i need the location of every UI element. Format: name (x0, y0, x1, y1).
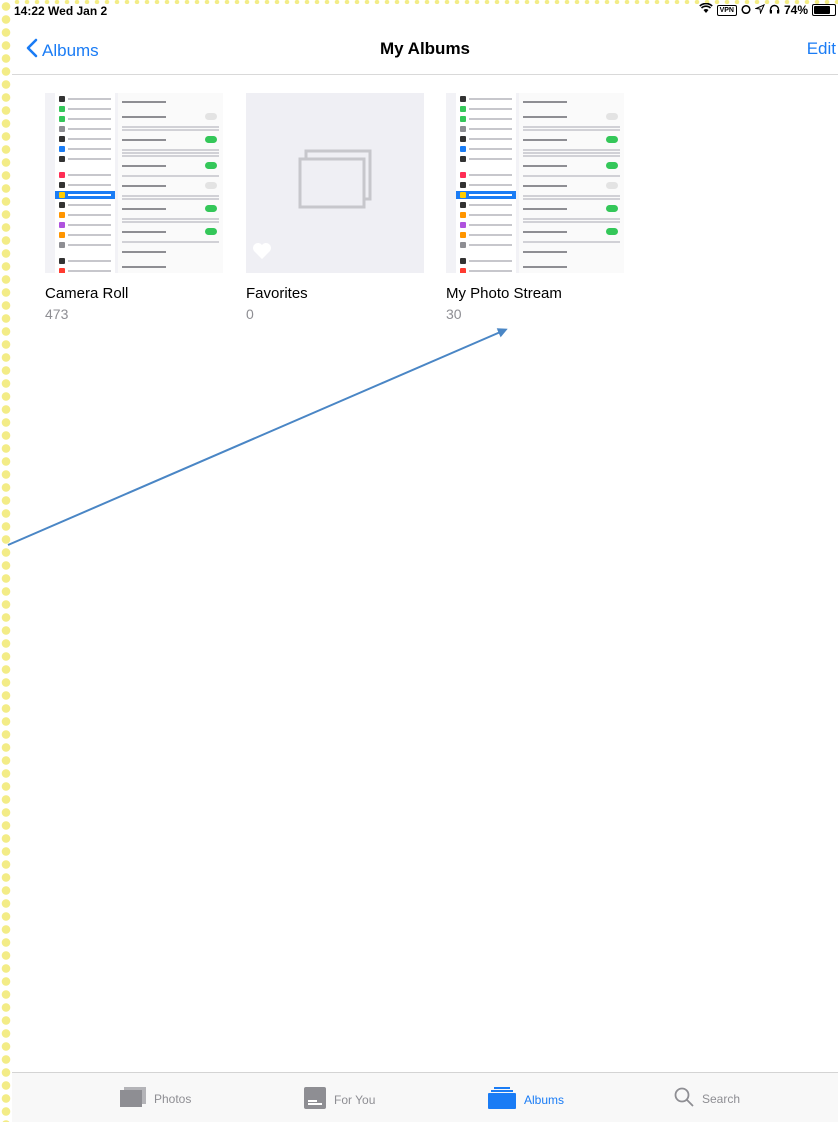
alarm-icon (741, 3, 751, 17)
album-count: 473 (45, 306, 69, 322)
tab-label: Albums (524, 1092, 565, 1107)
location-icon (754, 3, 765, 17)
albums-tab-icon (488, 1087, 516, 1112)
status-indicators: VPN 74% (698, 2, 836, 17)
thumbnail-screenshot (45, 93, 223, 273)
edit-button[interactable]: Edit (807, 39, 836, 59)
tab-photos[interactable]: Photos (120, 1087, 191, 1110)
tab-for-you[interactable]: For You (304, 1087, 375, 1112)
album-name: My Photo Stream (446, 285, 562, 302)
tab-search[interactable]: Search (674, 1087, 740, 1110)
photos-tab-icon (120, 1087, 146, 1110)
search-icon (674, 1087, 694, 1110)
headphones-icon (769, 3, 780, 17)
status-time: 14:22 (14, 4, 45, 18)
tab-albums[interactable]: Albums (488, 1087, 564, 1112)
empty-album-icon (296, 149, 374, 209)
status-time-date: 14:22 Wed Jan 2 (14, 4, 107, 18)
vpn-icon: VPN (716, 4, 737, 16)
tab-label: Search (702, 1091, 741, 1106)
battery-percent: 74% (783, 3, 808, 17)
album-my-photo-stream[interactable]: My Photo Stream 30 (446, 93, 624, 322)
status-date: Wed Jan 2 (48, 4, 108, 18)
decorative-border-left (0, 0, 12, 1122)
thumbnail-screenshot (446, 93, 624, 273)
status-bar: 14:22 Wed Jan 2 VPN 74% (12, 0, 838, 20)
album-name: Favorites (246, 285, 308, 302)
navigation-bar: Albums My Albums Edit (12, 20, 838, 75)
album-favorites[interactable]: Favorites 0 (246, 93, 424, 322)
album-camera-roll[interactable]: Camera Roll 473 (45, 93, 223, 322)
heart-icon (252, 242, 272, 265)
album-name: Camera Roll (45, 285, 129, 302)
page-title: My Albums (379, 39, 471, 58)
album-count: 0 (246, 306, 254, 322)
album-count: 30 (446, 306, 462, 322)
tab-label: Photos (154, 1091, 192, 1106)
tab-label: For You (334, 1092, 376, 1107)
battery-icon (812, 4, 836, 16)
tab-bar: Photos For You Albums Search (12, 1072, 838, 1122)
album-thumbnail[interactable] (246, 93, 424, 273)
album-thumbnail[interactable] (45, 93, 223, 273)
for-you-tab-icon (304, 1087, 326, 1112)
album-thumbnail[interactable] (446, 93, 624, 273)
wifi-icon (698, 2, 713, 17)
